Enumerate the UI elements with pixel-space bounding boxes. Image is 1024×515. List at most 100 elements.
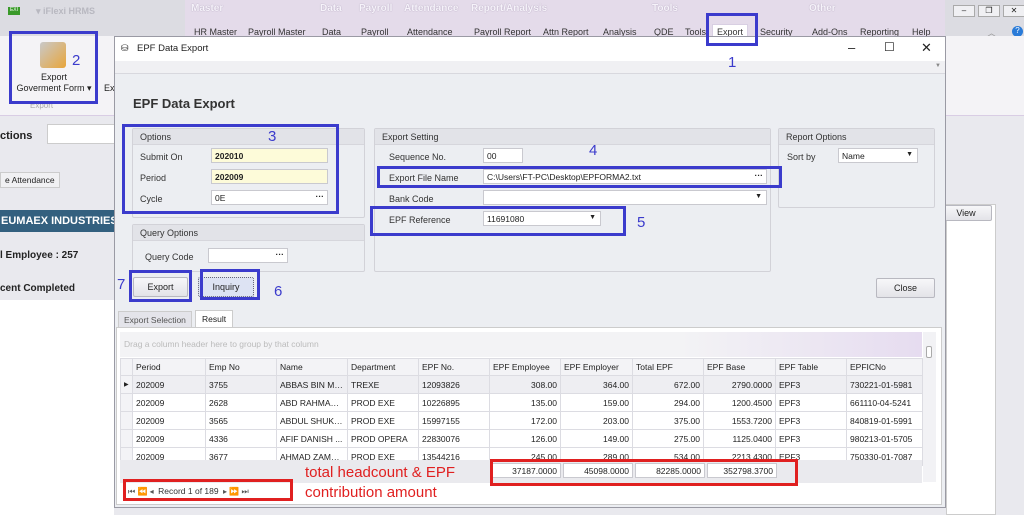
step-5: 5 <box>637 214 646 231</box>
grid-cell[interactable]: 980213-01-5705 <box>846 429 923 448</box>
bank-code-select[interactable]: ▼ <box>483 190 767 205</box>
grid-cell[interactable]: 375.00 <box>632 411 704 430</box>
ellipsis-icon[interactable]: ··· <box>276 249 285 259</box>
sort-by-label: Sort by <box>787 152 816 162</box>
annotation-box-2 <box>9 31 98 104</box>
grid-cell[interactable]: 2628 <box>205 393 277 412</box>
cat-other: Other <box>809 3 836 14</box>
grid-cell[interactable]: 294.00 <box>632 393 704 412</box>
grid-cell[interactable]: 149.00 <box>560 429 633 448</box>
column-header[interactable]: EPF Table <box>775 358 847 376</box>
grid-cell[interactable]: EPF3 <box>775 375 847 394</box>
sequence-input[interactable]: 00 <box>483 148 523 163</box>
grid-cell[interactable]: 672.00 <box>632 375 704 394</box>
column-header[interactable]: Department <box>347 358 419 376</box>
query-code-input[interactable]: ··· <box>208 248 288 263</box>
bank-code-label: Bank Code <box>389 194 434 204</box>
grid-cell[interactable]: ABBAS BIN MO... <box>276 375 348 394</box>
view-button[interactable]: View <box>940 205 992 221</box>
grid-cell[interactable]: 202009 <box>132 393 206 412</box>
grid-cell[interactable]: 202009 <box>132 429 206 448</box>
grid-cell[interactable]: TREXE <box>347 375 419 394</box>
grid-cell[interactable]: 203.00 <box>560 411 633 430</box>
column-header[interactable]: EPF Employer <box>560 358 633 376</box>
grid-cell[interactable]: 159.00 <box>560 393 633 412</box>
table-row[interactable]: 202009 2628 ABD RAHMAN ... PROD EXE 10226895… <box>120 393 923 412</box>
grid-cell[interactable]: 12093826 <box>418 375 490 394</box>
cat-master: Master <box>191 3 224 14</box>
toolbar-dropdown-icon[interactable]: ▼ <box>935 63 941 69</box>
grid-cell[interactable]: AFIF DANISH ... <box>276 429 348 448</box>
sort-by-select[interactable]: Name ▼ <box>838 148 918 163</box>
grid-cell[interactable]: 1200.4500 <box>703 393 776 412</box>
column-header[interactable]: Name <box>276 358 348 376</box>
group-panel[interactable]: Drag a column header here to group by th… <box>120 332 922 357</box>
grid-cell[interactable]: PROD EXE <box>347 411 419 430</box>
dialog-titlebar: ⛁ EPF Data Export – ☐ ✕ <box>115 37 945 61</box>
tab-attendance-bg[interactable]: e Attendance <box>0 172 60 188</box>
grid-cell[interactable]: PROD OPERA <box>347 429 419 448</box>
grid-cell[interactable]: 730221-01-5981 <box>846 375 923 394</box>
app-restore-button[interactable]: ❐ <box>978 5 1000 17</box>
grid-cell[interactable]: 1125.0400 <box>703 429 776 448</box>
dialog-minimize-button[interactable]: – <box>848 40 855 55</box>
grid-cell[interactable]: 202009 <box>132 411 206 430</box>
grid-cell[interactable]: EPF3 <box>775 429 847 448</box>
column-header[interactable]: EPF No. <box>418 358 490 376</box>
dialog-maximize-button[interactable]: ☐ <box>884 40 895 54</box>
vertical-scrollbar[interactable] <box>923 332 936 482</box>
scrollbar-thumb[interactable] <box>926 346 932 358</box>
app-close-button[interactable]: ✕ <box>1003 5 1024 17</box>
grid-cell[interactable]: 22830076 <box>418 429 490 448</box>
sequence-label: Sequence No. <box>389 152 447 162</box>
grid-cell[interactable]: 3565 <box>205 411 277 430</box>
step-2: 2 <box>72 52 81 69</box>
table-row[interactable]: 202009 4336 AFIF DANISH ... PROD OPERA 22830… <box>120 429 923 448</box>
close-button[interactable]: Close <box>876 278 935 298</box>
column-header[interactable]: EPF Employee <box>489 358 561 376</box>
grid-cell[interactable]: EPF3 <box>775 411 847 430</box>
table-row[interactable]: 202009 3565 ABDUL SHUKU... PROD EXE 15997155… <box>120 411 923 430</box>
dialog-title: EPF Data Export <box>137 43 209 54</box>
cat-payroll: Payroll <box>359 3 393 14</box>
grid-cell[interactable]: 135.00 <box>489 393 561 412</box>
grid-cell[interactable]: 15997155 <box>418 411 490 430</box>
grid-cell[interactable]: ABD RAHMAN ... <box>276 393 348 412</box>
chevron-down-icon: ▼ <box>906 151 913 158</box>
grid-cell[interactable]: 2790.0000 <box>703 375 776 394</box>
column-header[interactable]: Total EPF <box>632 358 704 376</box>
grid-cell[interactable]: 840819-01-5991 <box>846 411 923 430</box>
bg-right-panel <box>946 204 996 515</box>
dialog-close-button[interactable]: ✕ <box>921 40 932 56</box>
column-header[interactable]: EPF Base <box>703 358 776 376</box>
step-3: 3 <box>268 128 277 145</box>
column-header[interactable]: EPFICNo <box>846 358 923 376</box>
grid-cell[interactable]: 126.00 <box>489 429 561 448</box>
app-logo: EXI <box>8 7 20 15</box>
grid-cell[interactable]: 172.00 <box>489 411 561 430</box>
column-header[interactable]: Emp No <box>205 358 277 376</box>
table-row[interactable]: ▶ 202009 3755 ABBAS BIN MO... TREXE 12093826 3… <box>120 375 923 394</box>
result-grid: Period Emp No Name Department EPF No. EPF Emp… <box>120 358 923 466</box>
dialog-heading: EPF Data Export <box>133 96 235 111</box>
next-ribbon-button[interactable]: Ex <box>104 83 115 93</box>
completed-text: cent Completed <box>0 283 76 294</box>
column-header[interactable]: Period <box>132 358 206 376</box>
actions-input[interactable] <box>47 124 117 144</box>
query-code-label: Query Code <box>145 252 194 262</box>
grid-cell[interactable]: EPF3 <box>775 393 847 412</box>
grid-cell[interactable]: 3755 <box>205 375 277 394</box>
grid-cell[interactable]: 661110-04-5241 <box>846 393 923 412</box>
grid-cell[interactable]: 4336 <box>205 429 277 448</box>
grid-cell[interactable]: ABDUL SHUKU... <box>276 411 348 430</box>
actions-label: ctions <box>0 130 33 142</box>
grid-cell[interactable]: 364.00 <box>560 375 633 394</box>
tab-result[interactable]: Result <box>195 310 234 327</box>
grid-cell[interactable]: PROD EXE <box>347 393 419 412</box>
grid-cell[interactable]: 275.00 <box>632 429 704 448</box>
grid-cell[interactable]: 1553.7200 <box>703 411 776 430</box>
grid-cell[interactable]: 10226895 <box>418 393 490 412</box>
grid-cell[interactable]: 308.00 <box>489 375 561 394</box>
app-minimize-button[interactable]: – <box>953 5 975 17</box>
grid-cell[interactable]: 202009 <box>132 375 206 394</box>
